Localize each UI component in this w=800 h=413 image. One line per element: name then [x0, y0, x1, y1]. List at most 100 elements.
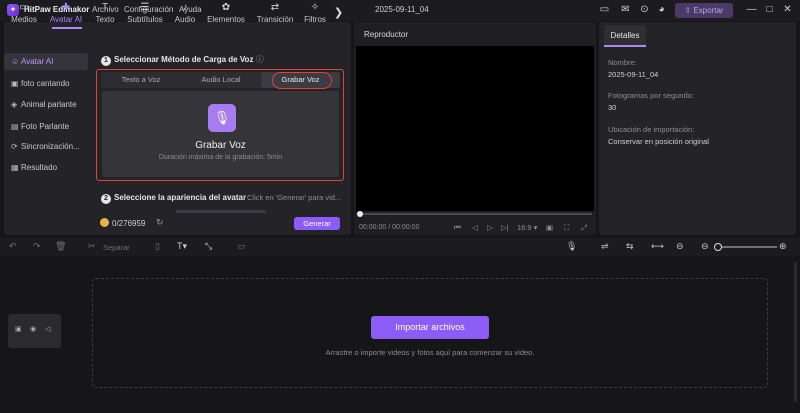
tab-subtitulos[interactable]: ☰ Subtítulos: [124, 2, 166, 27]
tab-label: Filtros: [304, 15, 326, 24]
name-label: Nombre:: [608, 58, 637, 67]
speaker-icon[interactable]: ◁: [45, 325, 50, 333]
tab-label: Medios: [11, 15, 37, 24]
export-button[interactable]: ⇧ Exportar: [675, 3, 733, 18]
split-button[interactable]: Separar: [103, 243, 130, 252]
text-icon: T: [101, 2, 109, 13]
tab-elementos[interactable]: ✿ Elementos: [204, 2, 248, 27]
project-name: 2025-09-11_04: [375, 5, 429, 14]
redo-icon[interactable]: ↷: [33, 241, 41, 252]
link-icon[interactable]: ⇌: [601, 241, 609, 252]
sidebar-item-resultado[interactable]: ▦ Resultado: [4, 159, 88, 176]
tab-transicion[interactable]: ⇄ Transición: [252, 2, 298, 27]
minimize-icon[interactable]: —: [745, 4, 758, 16]
avatar-ai-icon: ✚: [61, 2, 71, 13]
filters-icon: ✧: [310, 2, 320, 13]
scissors-icon[interactable]: ✂: [88, 241, 96, 252]
step2-title: Seleccione la apariencia del avatar: [114, 193, 247, 202]
aspect-ratio-select[interactable]: 16:9 ▾: [517, 223, 537, 232]
step1-number: 1: [101, 56, 111, 66]
tab-label: Elementos: [207, 15, 245, 24]
import-files-button[interactable]: Importar archivos: [371, 316, 489, 339]
zoom-in-icon[interactable]: ⊕: [779, 241, 787, 252]
avatar[interactable]: ◕: [655, 4, 668, 16]
tab-texto[interactable]: T Texto: [90, 2, 120, 27]
download-icon[interactable]: ⊙: [638, 4, 651, 16]
tab-avatar-ai[interactable]: ✚ Avatar AI: [46, 2, 86, 27]
sidebar-item-animal-parlante[interactable]: ◈ Animal parlante: [4, 96, 88, 113]
video-preview[interactable]: [356, 46, 594, 211]
scrubber-handle[interactable]: [357, 211, 363, 217]
tab-label: Transición: [256, 15, 294, 24]
step2-hint: Click en 'Generar' para vid...: [247, 193, 342, 202]
credits-value: 0/276959: [112, 219, 146, 228]
timecode: 00:00:00 / 00:00:00: [359, 224, 420, 231]
sidebar-item-sincronizacion[interactable]: ⟳ Sincronización...: [4, 138, 88, 155]
info-icon[interactable]: ⓘ: [256, 55, 264, 64]
detach-icon[interactable]: ⇆: [626, 241, 634, 252]
playback-scrubber[interactable]: [358, 213, 592, 215]
zoom-slider-handle[interactable]: [714, 243, 722, 251]
sidebar-item-foto-parlante[interactable]: ▤ Foto Parlante: [4, 118, 88, 135]
maximize-icon[interactable]: □: [763, 4, 776, 16]
title-bar: ✦ HitPaw Edimakor Archivo Configuración …: [0, 0, 800, 21]
lock-icon[interactable]: ▣: [15, 325, 22, 333]
timeline-scrollbar[interactable]: [794, 262, 797, 402]
undo-icon[interactable]: ↶: [9, 241, 17, 252]
generate-button[interactable]: Generar: [294, 217, 340, 230]
music-icon: ♪: [182, 2, 188, 13]
microphone-icon[interactable]: 🎙: [208, 104, 236, 132]
sidebar-item-label: Sincronización...: [21, 142, 80, 151]
media-icon: ▭: [19, 2, 29, 13]
photo-sing-icon: ▣: [11, 79, 19, 88]
feedback-icon[interactable]: ✉: [619, 4, 632, 16]
zoom-slider[interactable]: [717, 246, 777, 248]
tab-detalles[interactable]: Detalles: [604, 25, 646, 46]
record-title: Grabar Voz: [195, 140, 246, 151]
image-icon[interactable]: ▭: [237, 241, 246, 252]
delete-icon[interactable]: 🗑: [55, 241, 66, 252]
credits-counter: 0/276959: [100, 218, 145, 228]
fps-value: 30: [608, 103, 617, 112]
layout-icon[interactable]: ▭: [598, 4, 611, 16]
sidebar-item-label: Animal parlante: [21, 100, 77, 109]
name-value: 2025-09-11_04: [608, 70, 659, 79]
tab-texto-a-voz[interactable]: Texto a Voz: [101, 72, 181, 88]
tab-audio[interactable]: ♪ Audio: [170, 2, 200, 27]
text-dropdown-icon[interactable]: T▾: [177, 241, 187, 252]
crop-icon[interactable]: ⤡: [205, 241, 212, 252]
prev-frame-icon[interactable]: ⏮: [454, 223, 461, 233]
sidebar-item-foto-cantando[interactable]: ▣ foto cantando: [4, 75, 88, 92]
sidebar-item-avatar-ai[interactable]: ☺ Avatar AI: [4, 53, 88, 70]
snapshot-icon[interactable]: ▣: [546, 223, 553, 232]
ripple-icon[interactable]: ⊖: [676, 241, 684, 252]
snap-icon[interactable]: ⟷: [651, 241, 664, 252]
close-icon[interactable]: ✕: [781, 4, 794, 16]
copy-icon[interactable]: ▯: [155, 241, 160, 252]
microphone-icon[interactable]: 🎙: [566, 241, 577, 252]
chevron-right-icon[interactable]: ❯: [334, 6, 343, 19]
avatar-list[interactable]: [176, 210, 266, 213]
fps-label: Fotogramas por segundo:: [608, 91, 694, 100]
step-forward-icon[interactable]: ▷|: [501, 223, 509, 232]
eye-icon[interactable]: ◉: [30, 325, 36, 333]
refresh-icon[interactable]: ↻: [156, 217, 164, 228]
step-back-icon[interactable]: ◁: [472, 223, 478, 232]
tab-label: Audio: [174, 15, 196, 24]
play-icon[interactable]: ▷: [487, 223, 493, 232]
animal-icon: ◈: [11, 100, 18, 109]
subtitles-icon: ☰: [140, 2, 150, 13]
avatar-icon: ☺: [11, 57, 20, 66]
photo-talk-icon: ▤: [11, 122, 19, 131]
export-label: Exportar: [693, 6, 724, 15]
fullscreen-icon[interactable]: ⤢: [581, 223, 587, 233]
sync-icon: ⟳: [11, 142, 18, 151]
tab-audio-local[interactable]: Audio Local: [181, 72, 261, 88]
record-subtitle: Duración máxima de la grabación: 5min: [158, 154, 283, 161]
tab-filtros[interactable]: ✧ Filtros: [300, 2, 330, 27]
step1-heading: 1 Seleccionar Método de Carga de Voz ⓘ: [101, 54, 264, 66]
zoom-out-icon[interactable]: ⊖: [701, 241, 709, 252]
tab-medios[interactable]: ▭ Medios: [6, 2, 42, 27]
elements-icon: ✿: [221, 2, 231, 13]
fit-icon[interactable]: ⛶: [564, 223, 569, 233]
